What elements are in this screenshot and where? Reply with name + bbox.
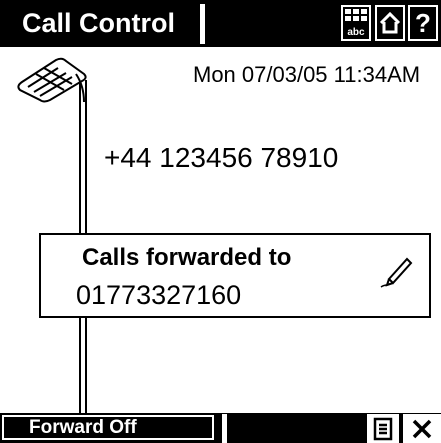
help-button[interactable]: ? <box>408 5 438 41</box>
close-button[interactable] <box>403 414 441 443</box>
title-divider <box>200 4 205 44</box>
pencil-icon <box>380 257 413 288</box>
svg-text:abc: abc <box>347 27 365 38</box>
edit-forward-button[interactable] <box>377 249 417 289</box>
home-icon <box>379 11 401 34</box>
menu-button[interactable] <box>367 414 399 443</box>
forward-info-box: Calls forwarded to 01773327160 <box>39 233 431 318</box>
call-datetime: Mon 07/03/05 11:34AM <box>193 62 421 87</box>
app-title: Call Control <box>22 8 175 38</box>
keyboard-button[interactable]: abc <box>341 5 371 41</box>
bottom-divider <box>222 414 227 443</box>
caller-number: +44 123456 78910 <box>104 142 339 173</box>
forward-number: 01773327160 <box>76 280 242 310</box>
forward-off-button[interactable]: Forward Off <box>2 415 214 440</box>
close-icon <box>412 419 432 438</box>
help-icon: ? <box>415 7 431 38</box>
home-button[interactable] <box>375 5 405 41</box>
forward-title: Calls forwarded to <box>82 244 292 271</box>
keyboard-abc-icon: abc <box>345 9 367 38</box>
handset-icon <box>17 57 87 103</box>
menu-icon <box>373 417 393 440</box>
